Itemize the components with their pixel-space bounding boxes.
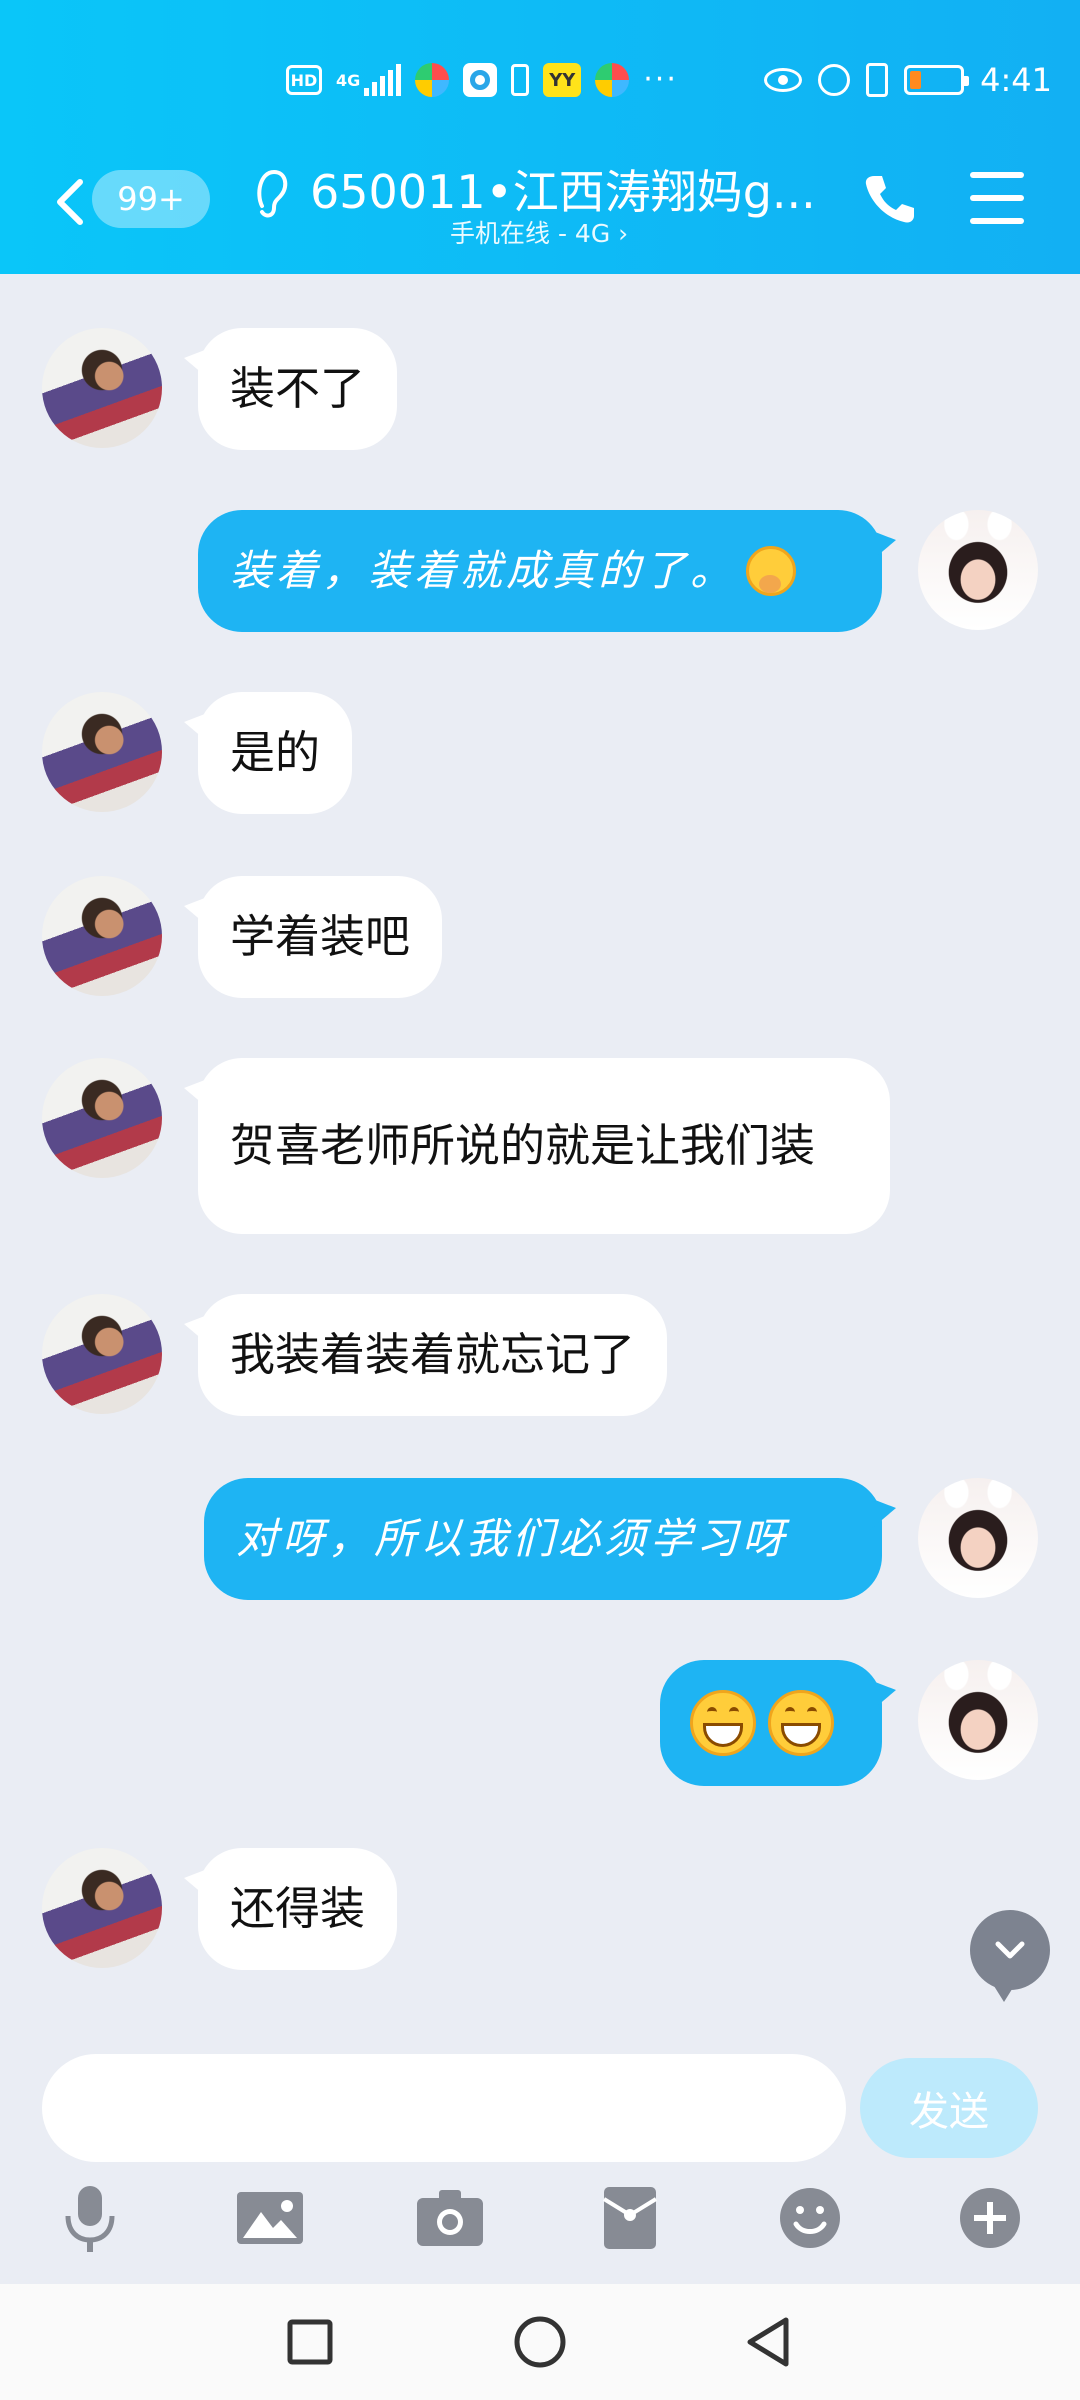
message-bubble-incoming[interactable]: 学着装吧 xyxy=(183,876,443,998)
message-bubble-outgoing[interactable]: 装着，装着就成真的了。 xyxy=(198,510,896,632)
message-bubble-incoming[interactable]: 是的 xyxy=(183,692,353,814)
unread-badge[interactable]: 99+ xyxy=(92,170,210,228)
yy-app-icon: YY xyxy=(543,63,582,97)
earpiece-mode-icon[interactable] xyxy=(252,164,292,224)
message-text: 贺喜老师所说的就是让我们装 xyxy=(230,1119,816,1172)
alarm-icon xyxy=(818,64,851,96)
signal-icon xyxy=(364,64,402,96)
home-icon[interactable] xyxy=(506,2308,574,2376)
voice-icon[interactable] xyxy=(50,2178,130,2258)
contact-avatar[interactable] xyxy=(42,876,162,996)
status-bar: HD 4G YY ··· 4:41 xyxy=(0,40,1080,120)
camera-icon[interactable] xyxy=(410,2178,490,2258)
back-icon[interactable] xyxy=(736,2308,804,2376)
more-notifications-icon: ··· xyxy=(643,62,678,97)
message-input[interactable] xyxy=(42,2054,846,2162)
eye-comfort-icon xyxy=(764,68,803,92)
user-avatar[interactable] xyxy=(918,1660,1038,1780)
contact-avatar[interactable] xyxy=(42,1058,162,1178)
title-bar: 99+ 650011•江西涛翔妈g... 手机在线 - 4G › xyxy=(0,150,1080,260)
message-text: 装不了 xyxy=(230,362,366,415)
hd-icon: HD xyxy=(286,65,322,95)
input-toolbar xyxy=(0,2178,1080,2282)
message-text: 对呀，所以我们必须学习呀 xyxy=(236,1514,789,1563)
app-notification-icon xyxy=(463,63,498,97)
phone-call-icon[interactable] xyxy=(860,170,918,228)
message-bubble-incoming[interactable]: 还得装 xyxy=(183,1848,398,1970)
app-notification-icon xyxy=(595,63,630,97)
message-text: 是的 xyxy=(230,726,321,779)
app-notification-icon xyxy=(415,63,450,97)
grin-face-icon xyxy=(768,1690,834,1756)
menu-icon[interactable] xyxy=(970,172,1024,224)
message-bubble-outgoing[interactable]: 对呀，所以我们必须学习呀 xyxy=(204,1478,896,1600)
plus-icon[interactable] xyxy=(950,2178,1030,2258)
vibrate-icon xyxy=(866,63,889,97)
contact-avatar[interactable] xyxy=(42,1848,162,1968)
shy-face-icon xyxy=(746,546,797,596)
contact-avatar[interactable] xyxy=(42,1294,162,1414)
chevron-down-icon xyxy=(995,1941,1025,1959)
send-button[interactable]: 发送 xyxy=(860,2058,1038,2158)
network-type-label: 4G xyxy=(336,70,361,90)
message-bubble-incoming[interactable]: 装不了 xyxy=(183,328,398,450)
message-bubble-incoming[interactable]: 我装着装着就忘记了 xyxy=(183,1294,668,1416)
image-icon[interactable] xyxy=(230,2178,310,2258)
message-bubble-outgoing[interactable] xyxy=(660,1660,896,1786)
user-avatar[interactable] xyxy=(918,1478,1038,1598)
red-packet-icon[interactable] xyxy=(590,2178,670,2258)
user-avatar[interactable] xyxy=(918,510,1038,630)
status-icons-left: HD 4G YY ··· xyxy=(286,60,678,100)
scroll-to-bottom-button[interactable] xyxy=(970,1910,1050,2002)
message-text: 学着装吧 xyxy=(230,910,411,963)
message-text: 装着，装着就成真的了。 xyxy=(230,546,737,595)
recent-apps-icon[interactable] xyxy=(276,2308,344,2376)
battery-icon xyxy=(904,65,970,95)
battery-saver-icon xyxy=(511,64,530,96)
contact-avatar[interactable] xyxy=(42,328,162,448)
chat-title[interactable]: 650011•江西涛翔妈g... xyxy=(310,156,830,222)
emoji-icon[interactable] xyxy=(770,2178,850,2258)
contact-avatar[interactable] xyxy=(42,692,162,812)
system-nav-bar xyxy=(0,2284,1080,2400)
grin-face-icon xyxy=(690,1690,756,1756)
message-text: 还得装 xyxy=(230,1882,366,1935)
online-status[interactable]: 手机在线 - 4G › xyxy=(450,214,628,250)
message-bubble-incoming[interactable]: 贺喜老师所说的就是让我们装 xyxy=(184,1058,890,1234)
chat-header: HD 4G YY ··· 4:41 99+ 650011•江西涛翔妈g... 手… xyxy=(0,0,1080,274)
clock: 4:41 xyxy=(980,61,1052,99)
message-text: 我装着装着就忘记了 xyxy=(230,1328,636,1381)
status-icons-right: 4:41 xyxy=(764,58,1052,102)
